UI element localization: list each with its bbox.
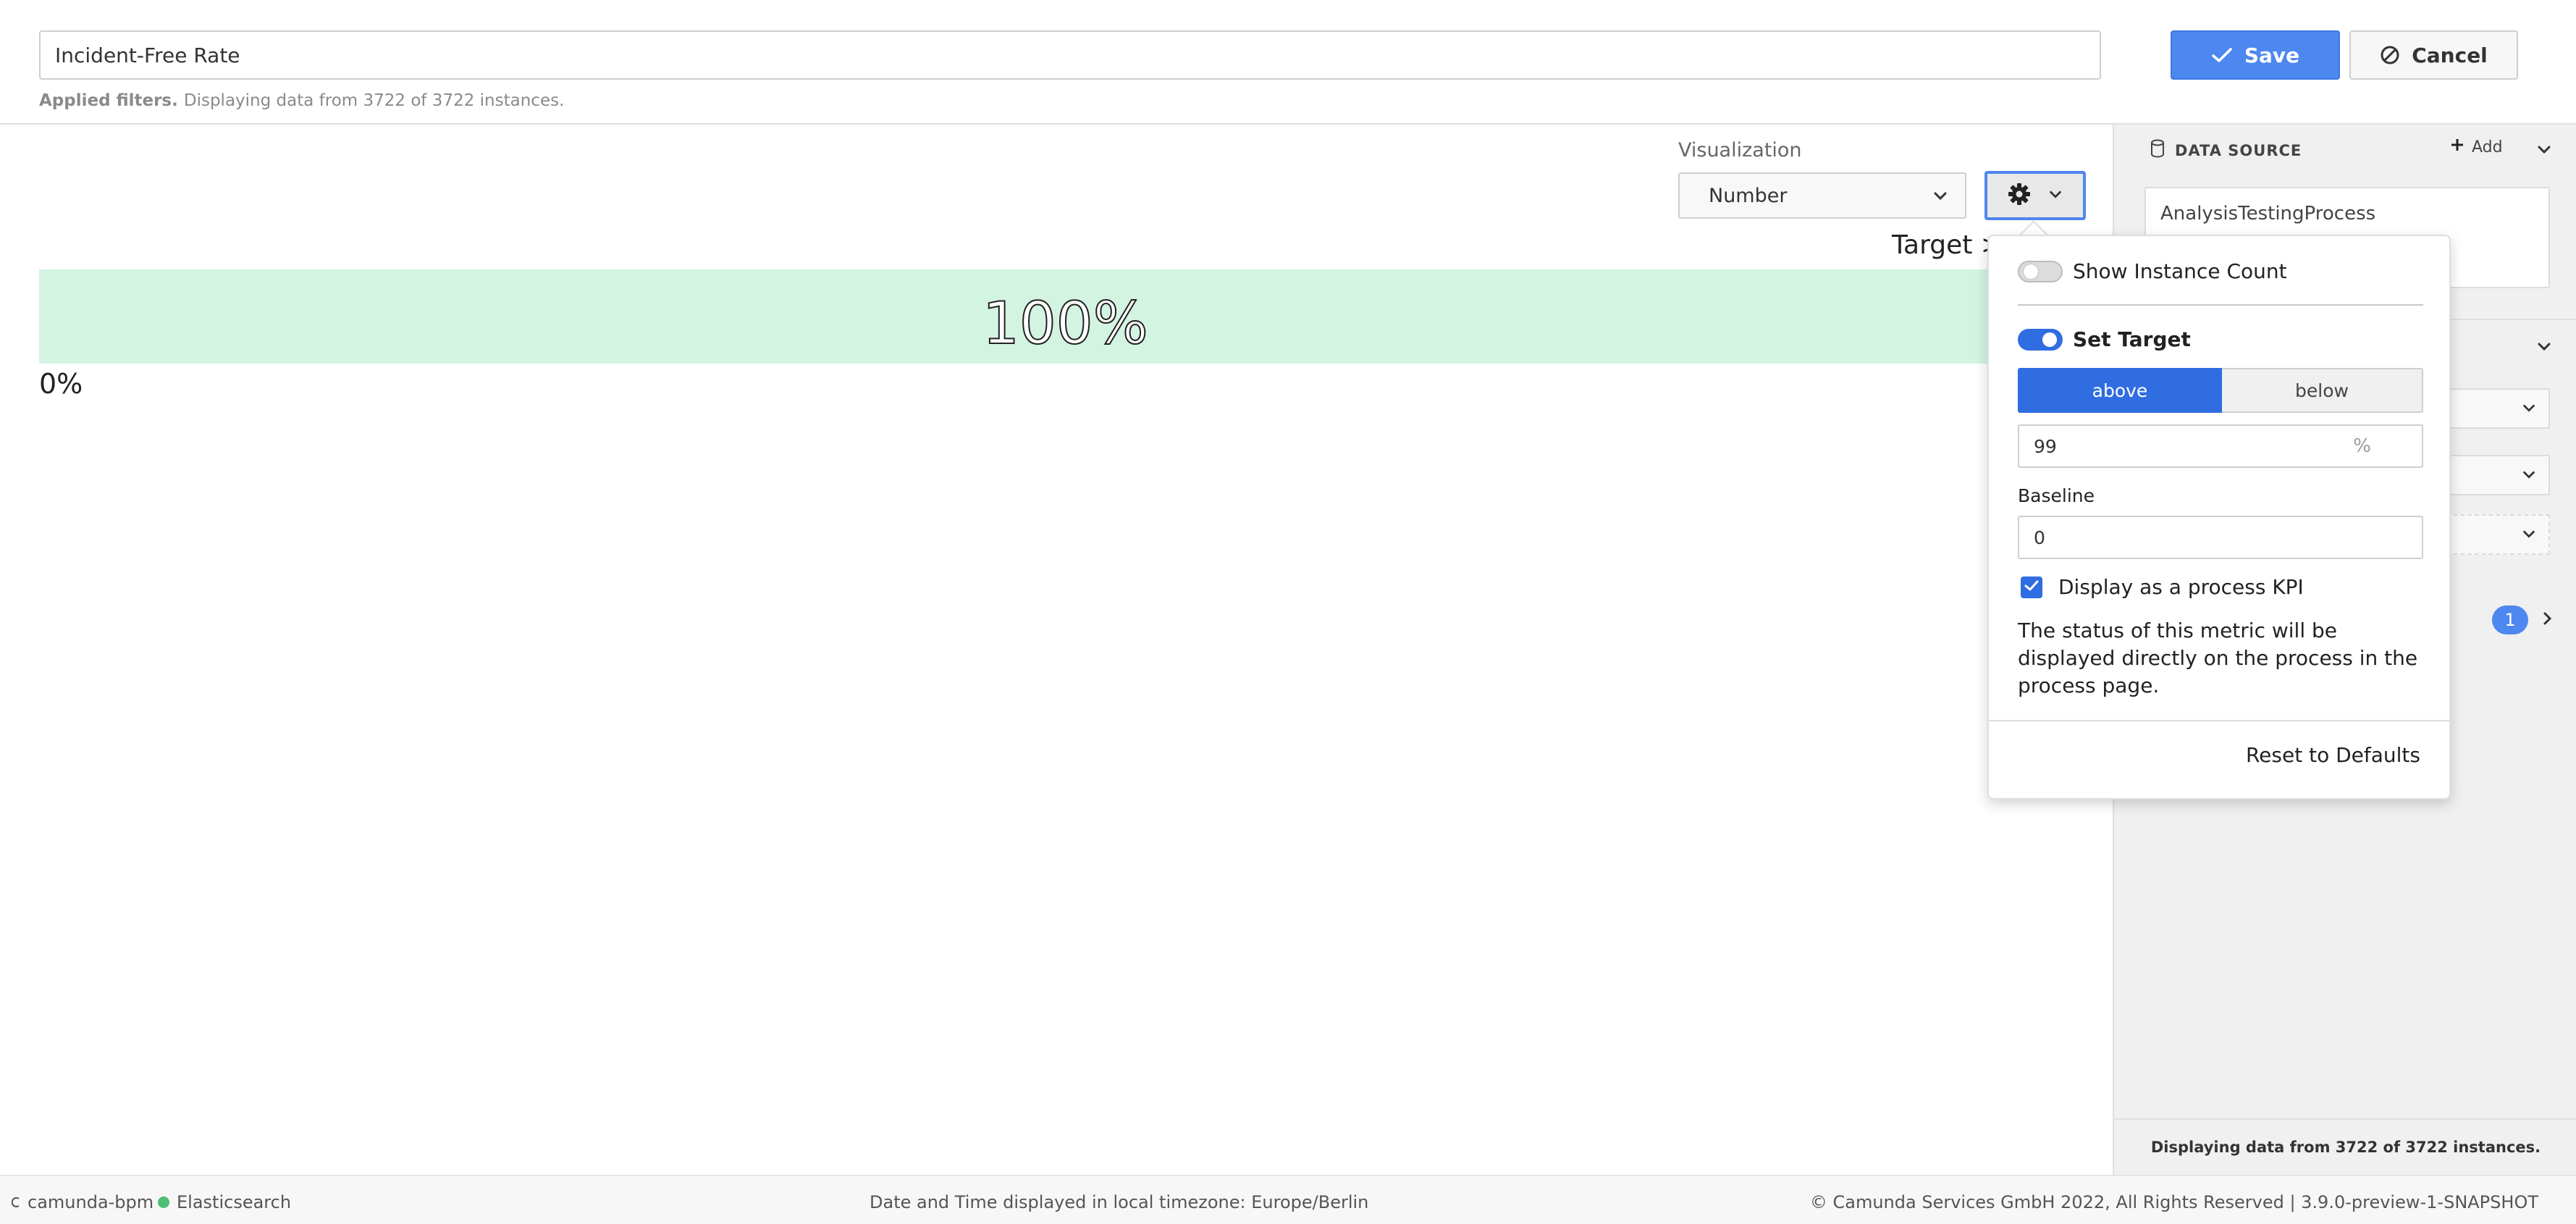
- check-icon: [2211, 46, 2233, 64]
- target-below-button[interactable]: below: [2222, 368, 2423, 413]
- plus-icon: [2450, 138, 2465, 156]
- kpi-description: The status of this metric will be displa…: [2018, 619, 2418, 697]
- data-source-heading: DATA SOURCE: [2150, 139, 2302, 162]
- chevron-down-icon: [2047, 186, 2063, 205]
- engine-status: camunda-bpm: [11, 1192, 154, 1212]
- baseline-label: Baseline: [2018, 485, 2095, 506]
- status-ok-dot: [158, 1196, 169, 1208]
- report-name-input[interactable]: [39, 30, 2101, 80]
- set-target-label: Set Target: [2073, 327, 2191, 351]
- database-icon: [2150, 139, 2165, 162]
- metric-value: 100%: [982, 289, 1149, 358]
- engine-icon: [11, 1192, 20, 1212]
- status-footer: camunda-bpm Elasticsearch Date and Time …: [0, 1175, 2576, 1224]
- add-label: Add: [2472, 138, 2503, 156]
- visualization-settings-button[interactable]: [1984, 171, 2086, 220]
- add-data-source-button[interactable]: Add: [2450, 138, 2503, 156]
- chevron-down-icon: [1932, 187, 1949, 209]
- filters-text: Displaying data from 3722 of 3722 instan…: [183, 91, 565, 110]
- report-view: Visualization Number Target > 100% 0%: [0, 125, 2113, 1175]
- visualization-select[interactable]: Number: [1678, 172, 1966, 219]
- chevron-down-icon: [2521, 466, 2537, 485]
- cancel-circle-icon: [2380, 45, 2400, 65]
- database-name: Elasticsearch: [177, 1192, 292, 1212]
- reset-to-defaults-button[interactable]: Reset to Defaults: [2246, 743, 2420, 767]
- report-header: Applied filters. Displaying data from 372…: [0, 0, 2576, 125]
- database-status: Elasticsearch: [158, 1192, 291, 1212]
- copyright-text: © Camunda Services GmbH 2022, All Rights…: [1809, 1192, 2538, 1212]
- baseline-value-label: 0%: [39, 368, 83, 400]
- show-instance-count-toggle[interactable]: [2018, 261, 2063, 282]
- chevron-right-icon[interactable]: [2538, 610, 2556, 630]
- chevron-down-icon[interactable]: [2535, 338, 2553, 358]
- target-unit: %: [2353, 435, 2371, 457]
- save-label: Save: [2244, 43, 2300, 67]
- target-label: Target >: [1892, 230, 2003, 260]
- chevron-down-icon: [2521, 526, 2537, 545]
- sidebar-instances-summary: Displaying data from 3722 of 3722 instan…: [2114, 1118, 2576, 1175]
- timezone-info: Date and Time displayed in local timezon…: [870, 1192, 1369, 1212]
- visualization-value: Number: [1709, 184, 1788, 207]
- set-target-toggle[interactable]: [2018, 329, 2063, 351]
- target-value-input[interactable]: 99 %: [2018, 424, 2423, 468]
- target-above-button[interactable]: above: [2018, 368, 2222, 413]
- cancel-label: Cancel: [2412, 43, 2488, 67]
- baseline-input[interactable]: 0: [2018, 516, 2423, 559]
- checkbox-check-icon: [2024, 580, 2039, 595]
- cancel-button[interactable]: Cancel: [2349, 30, 2518, 80]
- engine-name: camunda-bpm: [28, 1192, 154, 1212]
- save-button[interactable]: Save: [2171, 30, 2340, 80]
- visualization-settings-popover: Show Instance Count Set Target above bel…: [1987, 235, 2451, 800]
- baseline-value: 0: [2034, 527, 2045, 548]
- gear-icon: [2007, 182, 2032, 209]
- process-name: AnalysisTestingProcess: [2160, 203, 2376, 225]
- chevron-down-icon: [2521, 400, 2537, 419]
- filters-label: Applied filters.: [39, 91, 178, 110]
- kpi-checkbox[interactable]: [2021, 577, 2042, 598]
- popover-footer-separator: [1989, 720, 2449, 721]
- show-instance-count-label: Show Instance Count: [2073, 259, 2287, 283]
- chevron-down-icon[interactable]: [2535, 141, 2553, 161]
- kpi-label: Display as a process KPI: [2058, 575, 2304, 599]
- data-source-title: DATA SOURCE: [2175, 141, 2302, 159]
- filters-summary: Applied filters. Displaying data from 372…: [39, 91, 564, 110]
- visualization-label: Visualization: [1678, 139, 1802, 162]
- filter-count-badge: 1: [2492, 605, 2528, 634]
- target-value: 99: [2034, 435, 2057, 457]
- popover-separator: [2018, 304, 2423, 306]
